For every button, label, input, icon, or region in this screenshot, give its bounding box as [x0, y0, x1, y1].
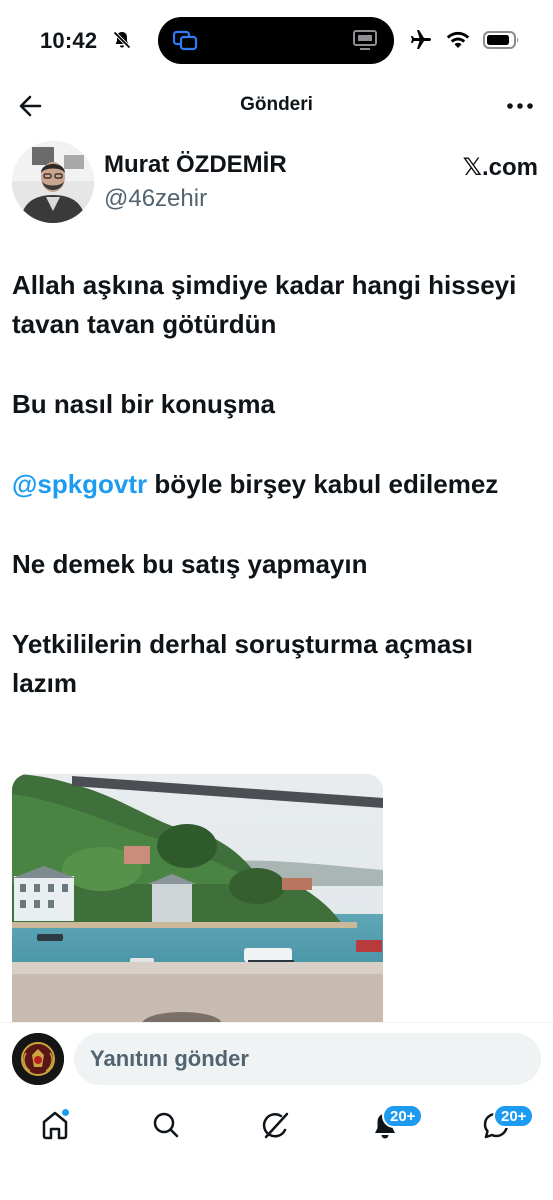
grok-icon [262, 1112, 289, 1139]
tweet-paragraph: Ne demek bu satış yapmayın [12, 549, 368, 579]
home-unread-dot [61, 1108, 70, 1117]
battery-icon [483, 31, 519, 49]
tweet-media-image[interactable] [12, 774, 383, 1024]
tab-grok[interactable] [259, 1108, 295, 1144]
bosphorus-image [12, 774, 383, 1024]
user-avatar[interactable] [12, 1033, 64, 1085]
tweet-paragraph: Bu nasıl bir konuşma [12, 389, 275, 419]
tab-search[interactable] [149, 1108, 185, 1144]
tab-notifications[interactable]: 20+ [368, 1104, 424, 1144]
tab-home[interactable] [38, 1108, 74, 1144]
tab-messages[interactable]: 20+ [479, 1104, 535, 1144]
page-title: Gönderi [240, 94, 313, 115]
source-label: 𝕏.com [463, 153, 538, 182]
bell-slash-icon [113, 31, 131, 49]
author-handle[interactable]: @46zehir [104, 185, 207, 213]
wifi-icon [446, 31, 470, 48]
author-avatar[interactable] [12, 141, 94, 223]
source-domain: .com [481, 154, 538, 181]
tweet-paragraph: Allah aşkına şimdiye kadar hangi hisseyi… [12, 270, 517, 339]
author-name[interactable]: Murat ÖZDEMİR [104, 151, 287, 179]
more-icon[interactable] [505, 94, 535, 118]
cast-icon [353, 30, 377, 50]
status-time: 10:42 [40, 28, 98, 53]
reply-input[interactable]: Yanıtını gönder [74, 1033, 541, 1085]
x-logo-icon: 𝕏 [462, 153, 482, 181]
messages-badge: 20+ [493, 1104, 535, 1128]
tweet-paragraph-text: böyle birşey kabul edilemez [154, 469, 499, 499]
screen-mirroring-icon [172, 30, 198, 51]
bottom-tab-bar: 20+ 20+ [0, 1096, 553, 1156]
tweet-paragraph: Yetkililerin derhal soruşturma açması la… [12, 629, 473, 698]
search-icon [153, 1112, 179, 1138]
reply-bar: Yanıtını gönder [0, 1022, 553, 1096]
tweet-paragraph: @spkgovtr böyle birşey kabul edilemez [12, 465, 542, 504]
status-bar: 10:42 [0, 0, 553, 82]
dynamic-island [158, 17, 394, 64]
tweet-text: Allah aşkına şimdiye kadar hangi hisseyi… [12, 266, 542, 703]
top-nav: Gönderi [0, 82, 553, 128]
author-row: Murat ÖZDEMİR @46zehir 𝕏.com [12, 141, 542, 225]
notifications-badge: 20+ [382, 1104, 424, 1128]
mention-link[interactable]: @spkgovtr [12, 469, 147, 499]
airplane-icon [411, 30, 431, 49]
